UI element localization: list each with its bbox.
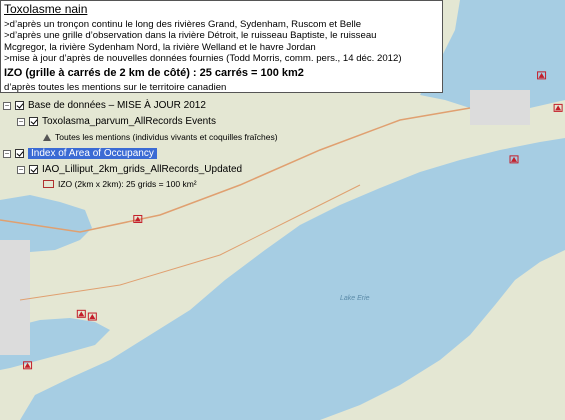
layer-checkbox[interactable] bbox=[15, 149, 24, 158]
grid-square-symbol-icon bbox=[43, 180, 54, 188]
urban-detroit bbox=[0, 240, 30, 355]
info-note: d’après toutes les mentions sur le terri… bbox=[4, 82, 227, 93]
layer-events[interactable]: − Toxolasma_parvum_AllRecords Events bbox=[17, 116, 216, 127]
layer-group-db[interactable]: − Base de données – MISE À JOUR 2012 bbox=[3, 100, 206, 111]
species-title: Toxolasme nain bbox=[4, 2, 88, 16]
layer-grids[interactable]: − IAO_Lilliput_2km_grids_AllRecords_Upda… bbox=[17, 164, 242, 175]
layer-checkbox[interactable] bbox=[29, 117, 38, 126]
layer-group-iao-label: Index of Area of Occupancy bbox=[28, 148, 157, 159]
lake-erie-label: Lake Erie bbox=[340, 295, 370, 302]
collapse-toggle-icon[interactable]: − bbox=[17, 165, 25, 174]
collapse-toggle-icon[interactable]: − bbox=[17, 117, 25, 126]
layer-group-db-label: Base de données – MISE À JOUR 2012 bbox=[28, 100, 206, 111]
legend-symbol-events: Toutes les mentions (individus vivants e… bbox=[43, 132, 278, 142]
info-line: Mcgregor, la rivière Sydenham Nord, la r… bbox=[4, 41, 316, 53]
collapse-toggle-icon[interactable]: − bbox=[3, 149, 11, 158]
legend-symbol-events-label: Toutes les mentions (individus vivants e… bbox=[55, 132, 278, 142]
info-panel: Toxolasme nain >d’après un tronçon conti… bbox=[0, 0, 443, 93]
layer-events-label: Toxolasma_parvum_AllRecords Events bbox=[42, 116, 216, 127]
info-line: >mise à jour d’après de nouvelles donnée… bbox=[4, 53, 402, 65]
collapse-toggle-icon[interactable]: − bbox=[3, 101, 11, 110]
legend-symbol-grids-label: IZO (2km x 2km): 25 grids = 100 km² bbox=[58, 179, 197, 189]
izo-summary: IZO (grille à carrés de 2 km de côté) : … bbox=[4, 67, 304, 79]
layer-checkbox[interactable] bbox=[29, 165, 38, 174]
info-line: >d’après un tronçon continu le long des … bbox=[4, 19, 362, 30]
triangle-symbol-icon bbox=[43, 133, 51, 141]
info-lines: >d’après un tronçon continu le long des … bbox=[4, 19, 440, 65]
urban-hamilton bbox=[470, 90, 530, 125]
layer-group-iao[interactable]: − Index of Area of Occupancy bbox=[3, 148, 157, 159]
info-line: >d’après une grille d’observation dans l… bbox=[4, 30, 377, 42]
layer-checkbox[interactable] bbox=[15, 101, 24, 110]
legend-symbol-grids: IZO (2km x 2km): 25 grids = 100 km² bbox=[43, 179, 197, 189]
layer-grids-label: IAO_Lilliput_2km_grids_AllRecords_Update… bbox=[42, 164, 243, 175]
